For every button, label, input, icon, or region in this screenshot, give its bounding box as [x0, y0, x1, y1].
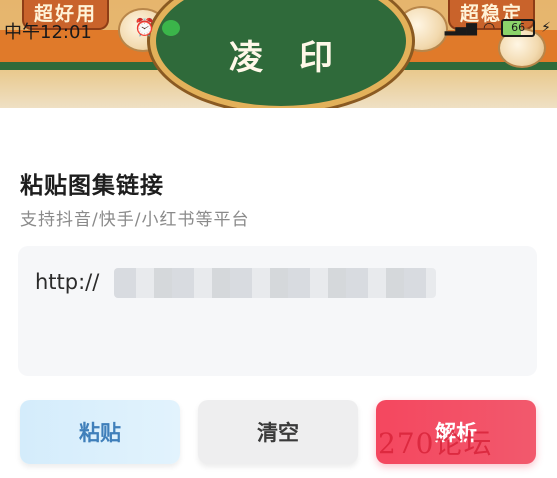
alarm-icon: ⏰: [134, 18, 156, 38]
wifi-icon: ◠: [482, 20, 496, 36]
url-value: http://: [35, 270, 100, 294]
card-title: 粘贴图集链接: [20, 173, 164, 199]
clear-button[interactable]: 清空: [198, 400, 358, 464]
status-icons: ▂▄▆ ◠ 66 ⚡: [445, 19, 551, 37]
charging-icon: ⚡: [541, 20, 551, 36]
header-banner: 超好用 超稳定 凌印: [0, 0, 557, 108]
url-input[interactable]: http://: [18, 246, 537, 376]
status-bar: 中午12:01 ⏰ ▂▄▆ ◠ 66 ⚡: [0, 18, 557, 43]
signal-icon: ▂▄▆: [444, 20, 477, 36]
link-card: 粘贴图集链接 支持抖音/快手/小红书等平台 http:// 粘贴 清空 解析: [0, 108, 557, 478]
url-redacted-blur: [114, 268, 436, 298]
wechat-icon: [162, 20, 180, 36]
battery-icon: 66: [501, 19, 536, 37]
status-time: 中午12:01: [4, 22, 92, 43]
paste-button[interactable]: 粘贴: [20, 400, 180, 464]
card-subtitle: 支持抖音/快手/小红书等平台: [20, 210, 250, 230]
parse-button[interactable]: 解析: [376, 400, 536, 464]
